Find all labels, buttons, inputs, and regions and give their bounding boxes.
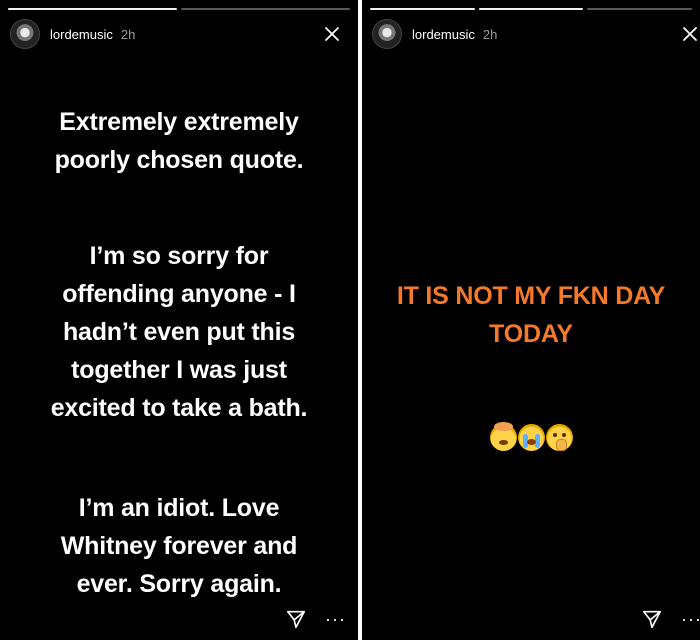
story-panel-left[interactable]: lordemusic 2h Extremely extremely poorly…: [0, 0, 358, 640]
story-highlight-text: IT IS NOT MY FKN DAY TODAY: [396, 282, 666, 348]
loudly-crying-face-emoji: [517, 424, 545, 451]
send-icon[interactable]: [641, 608, 663, 630]
story-footer: ···: [641, 608, 700, 630]
username[interactable]: lordemusic: [50, 27, 113, 42]
emoji-row: [362, 422, 700, 451]
username[interactable]: lordemusic: [412, 27, 475, 42]
progress-segment: [181, 8, 350, 10]
story-text-block: I’m so sorry for offending anyone - I ha…: [50, 242, 308, 422]
story-progress-bar: [370, 8, 693, 10]
more-icon[interactable]: ···: [681, 610, 700, 628]
progress-segment: [8, 8, 177, 10]
story-progress-bar: [8, 8, 350, 10]
progress-segment: [587, 8, 693, 10]
avatar-icon[interactable]: [10, 19, 40, 49]
more-icon[interactable]: ···: [325, 610, 346, 628]
send-icon[interactable]: [285, 608, 307, 630]
story-footer: ···: [285, 608, 346, 630]
shushing-face-emoji: [545, 424, 573, 451]
post-time: 2h: [482, 26, 498, 42]
story-panel-right[interactable]: lordemusic 2h IT IS NOT MY FKN DAY TODAY…: [362, 0, 700, 640]
story-header: lordemusic 2h: [372, 18, 697, 50]
story-text-block: Extremely extremely poorly chosen quote.: [54, 108, 304, 174]
avatar-icon[interactable]: [372, 19, 402, 49]
progress-segment: [478, 8, 584, 10]
post-time: 2h: [120, 26, 136, 42]
exploding-head-emoji: [489, 422, 517, 451]
close-icon[interactable]: [318, 20, 346, 48]
close-icon[interactable]: [676, 20, 700, 48]
progress-segment: [370, 8, 475, 10]
story-header: lordemusic 2h: [10, 18, 348, 50]
story-text-block: I’m an idiot. Love Whitney forever and e…: [60, 494, 298, 598]
